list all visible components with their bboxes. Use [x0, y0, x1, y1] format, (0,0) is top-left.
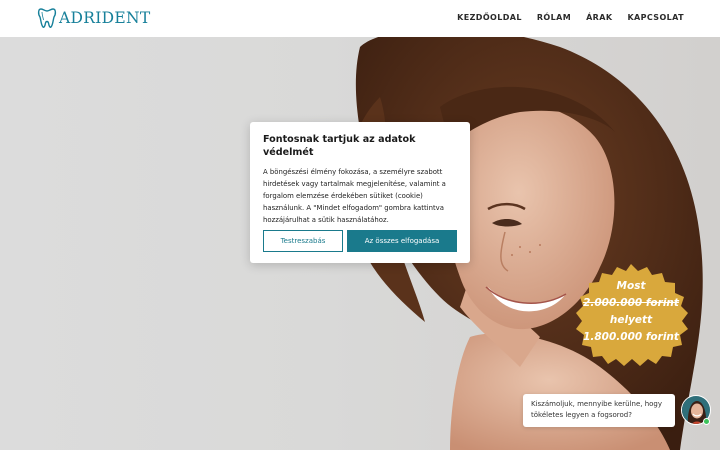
- nav-item-home[interactable]: KEZDŐOLDAL: [457, 13, 522, 22]
- price-badge: Most 2.000.000 forint helyett 1.800.000 …: [572, 262, 690, 374]
- badge-new-price: 1.800.000 forint: [583, 331, 679, 343]
- cookie-description: A böngészési élmény fokozása, a személyr…: [263, 168, 446, 224]
- site-header: ADRIDENT KEZDŐOLDAL RÓLAM ÁRAK KAPCSOLAT: [0, 0, 720, 37]
- chat-message: Kiszámoljuk, mennyibe kerülne, hogy töké…: [531, 400, 663, 419]
- brand-name: ADRIDENT: [59, 9, 151, 27]
- badge-old-price: 2.000.000 forint: [583, 297, 679, 309]
- nav-item-about[interactable]: RÓLAM: [537, 13, 571, 22]
- cookie-consent-dialog: Fontosnak tartjuk az adatok védelmét A b…: [250, 122, 470, 263]
- logo[interactable]: ADRIDENT: [37, 6, 150, 30]
- online-status-dot: [703, 418, 710, 425]
- tooth-icon: [37, 8, 57, 28]
- nav-item-prices[interactable]: ÁRAK: [586, 13, 612, 22]
- badge-line-now: Most: [616, 280, 646, 292]
- nav-item-contact[interactable]: KAPCSOLAT: [627, 13, 684, 22]
- customize-button[interactable]: Testreszabás: [263, 230, 343, 252]
- badge-line-instead: helyett: [609, 314, 653, 326]
- main-nav: KEZDŐOLDAL RÓLAM ÁRAK KAPCSOLAT: [457, 13, 684, 22]
- cookie-buttons: Testreszabás Az összes elfogadása: [263, 230, 457, 252]
- cookie-title: Fontosnak tartjuk az adatok védelmét: [263, 134, 416, 158]
- chat-bubble[interactable]: Kiszámoljuk, mennyibe kerülne, hogy töké…: [523, 394, 675, 427]
- accept-all-button[interactable]: Az összes elfogadása: [347, 230, 457, 252]
